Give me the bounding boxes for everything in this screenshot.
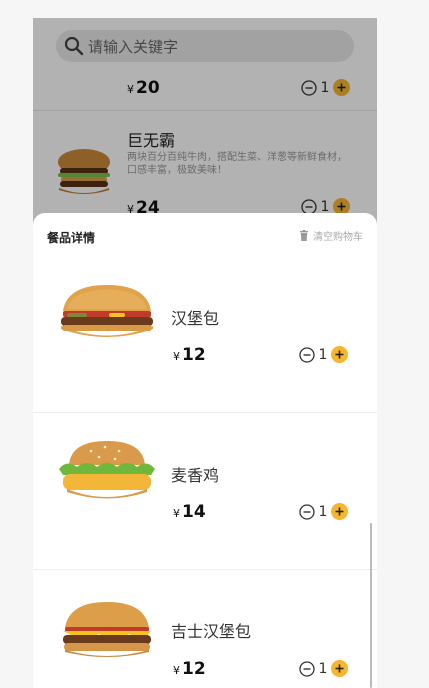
quantity-stepper[interactable]: 1 — [299, 660, 348, 677]
item-name: 汉堡包 — [171, 309, 220, 328]
phone-screen: 请输入关键字 ¥20 1 巨无霸 两块百分百纯牛肉，搭配生菜、洋葱等新鲜食材，口… — [33, 18, 377, 688]
clear-cart-label: 清空购物车 — [313, 232, 363, 243]
item-price: ¥14 — [173, 502, 206, 522]
divider — [33, 412, 377, 413]
hamburger-image — [61, 285, 153, 337]
item-price: ¥12 — [173, 659, 206, 679]
minus-circle-icon[interactable] — [299, 503, 315, 520]
quantity-value: 1 — [318, 503, 328, 520]
clear-cart-button[interactable]: 清空购物车 — [299, 228, 363, 243]
minus-circle-icon[interactable] — [299, 660, 315, 677]
plus-circle-icon[interactable] — [331, 503, 348, 520]
item-name: 麦香鸡 — [171, 466, 220, 485]
quantity-stepper[interactable]: 1 — [299, 503, 348, 520]
cheeseburger-image — [63, 602, 151, 657]
quantity-value: 1 — [318, 346, 328, 363]
divider — [33, 569, 377, 570]
plus-circle-icon[interactable] — [331, 346, 348, 363]
quantity-stepper[interactable]: 1 — [299, 346, 348, 363]
cart-detail-sheet: 餐品详情 清空购物车 汉堡包 ¥12 1 麦香鸡 ¥ 14 1 吉士汉堡包 ¥ … — [33, 213, 377, 688]
item-price: ¥12 — [173, 345, 206, 365]
quantity-value: 1 — [318, 660, 328, 677]
sheet-title: 餐品详情 — [47, 231, 96, 245]
minus-circle-icon[interactable] — [299, 346, 315, 363]
mcchicken-image — [59, 441, 155, 499]
item-name: 吉士汉堡包 — [171, 622, 252, 641]
plus-circle-icon[interactable] — [331, 660, 348, 677]
scrollbar[interactable] — [370, 523, 372, 688]
trash-icon — [300, 230, 308, 241]
